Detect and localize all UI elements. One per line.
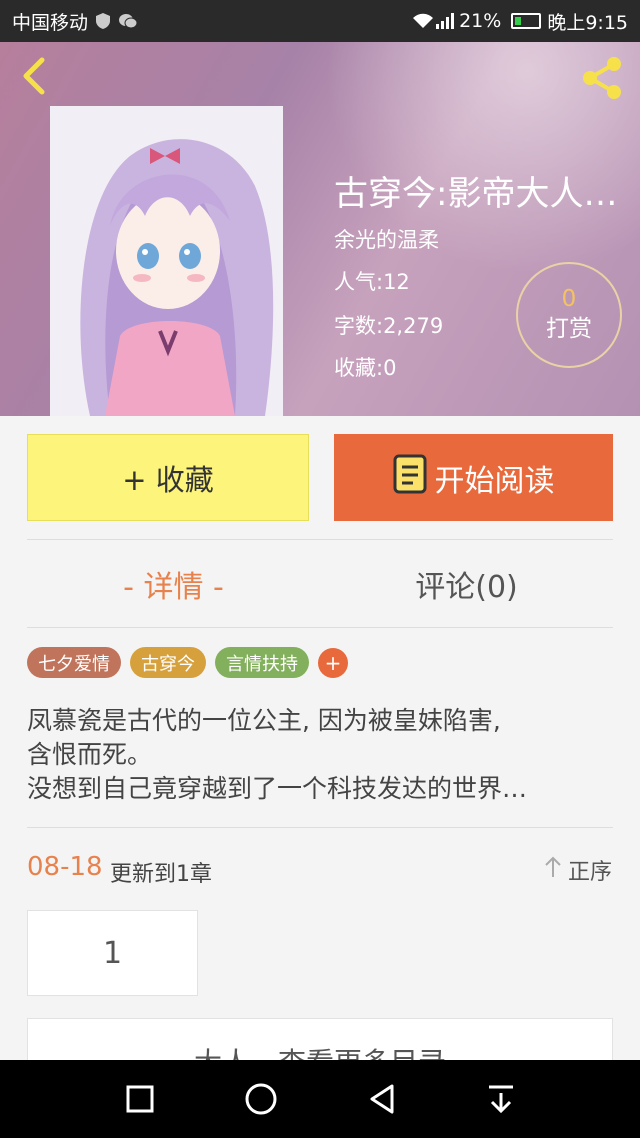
synopsis-line: 没想到自己竟穿越到了一个科技发达的世界… [27,774,528,803]
synopsis-line: 凤慕瓷是古代的一位公主, 因为被皇妹陷害, [27,706,501,735]
book-title: 古穿今:影帝大人… [334,174,618,214]
synopsis[interactable]: 凤慕瓷是古代的一位公主, 因为被皇妹陷害, 含恨而死。 没想到自己竟穿越到了一个… [27,704,613,806]
tag-romance-support[interactable]: 言情扶持 [215,647,309,678]
book-favorites-count: 收藏:0 [334,356,397,380]
arrow-up-icon [544,856,562,884]
chapter-item[interactable]: 1 [27,910,198,996]
back-arrow-icon[interactable] [14,54,58,98]
back-triangle-icon[interactable] [367,1083,397,1115]
tip-label: 打赏 [546,316,592,342]
book-author[interactable]: 余光的温柔 [334,224,439,254]
update-date: 08-18 [27,852,103,882]
tip-count: 0 [561,286,577,312]
recent-apps-icon[interactable] [125,1084,155,1114]
chapter-number: 1 [102,935,123,971]
book-word-count: 字数:2,279 [334,314,444,338]
add-tag-button[interactable]: + [318,647,348,678]
share-icon[interactable] [576,52,628,104]
system-nav-bar [0,1060,640,1138]
add-to-favorites-button[interactable]: + 收藏 [27,434,309,521]
shield-icon [94,12,112,30]
wifi-icon [411,12,434,30]
start-reading-button[interactable]: 开始阅读 [334,434,613,521]
tag-ancient-to-modern[interactable]: 古穿今 [130,647,206,678]
sort-order-button[interactable]: 正序 [544,854,612,886]
divider [27,627,613,628]
book-header: 古穿今:影帝大人… 余光的温柔 人气:12 字数:2,279 收藏:0 0 打赏 [0,42,640,416]
book-cover-image[interactable] [50,106,283,416]
tab-comments[interactable]: 评论(0) [320,562,613,606]
home-icon[interactable] [244,1082,278,1116]
synopsis-line: 含恨而死。 [27,740,153,769]
clock: 晚上9:15 [547,11,628,34]
tag-qixi-love[interactable]: 七夕爱情 [27,647,121,678]
carrier-name: 中国移动 [12,11,89,34]
wechat-icon [118,12,138,30]
tab-detail[interactable]: - 详情 - [27,562,320,606]
divider [27,539,613,540]
tip-button[interactable]: 0 打赏 [516,262,622,368]
book-icon [393,454,427,502]
battery-icon [511,13,542,29]
sort-order-label: 正序 [567,860,612,885]
read-button-label: 开始阅读 [434,463,555,499]
tag-list: 七夕爱情 古穿今 言情扶持 + [27,647,348,678]
notification-pull-icon[interactable] [486,1083,516,1115]
update-status: 更新到1章 [110,862,212,887]
book-popularity: 人气:12 [334,270,410,294]
favorite-button-label: + 收藏 [122,462,214,497]
battery-percent: 21% [459,10,502,32]
status-bar: 中国移动 21% 晚上9:15 [0,0,640,42]
divider [27,827,613,828]
signal-icon [435,12,455,30]
